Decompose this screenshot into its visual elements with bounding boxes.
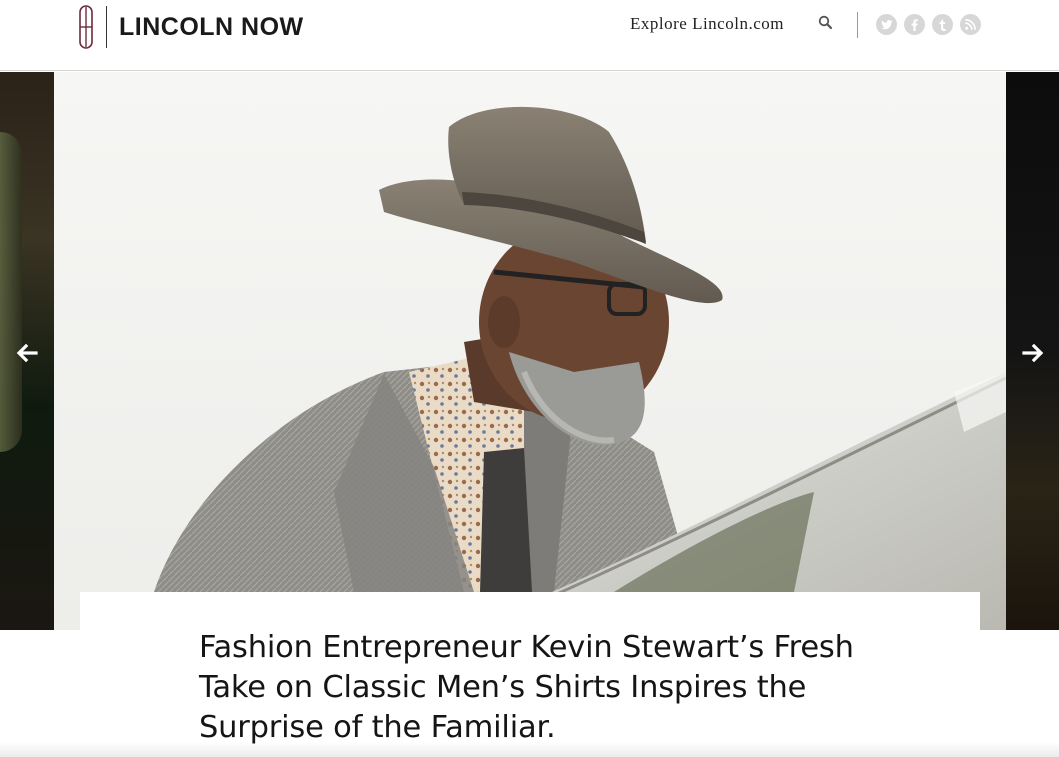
twitter-icon[interactable] xyxy=(876,14,897,35)
lincoln-star-emblem-icon xyxy=(79,5,93,49)
tumblr-icon[interactable] xyxy=(932,14,953,35)
search-icon[interactable] xyxy=(818,15,834,31)
hero-photo-illustration xyxy=(54,72,1006,630)
previous-slide-glow xyxy=(0,132,22,452)
brand-name: LINCOLN NOW xyxy=(119,12,304,41)
facebook-icon[interactable] xyxy=(904,14,925,35)
site-header: LINCOLN NOW Explore Lincoln.com xyxy=(0,0,1059,71)
arrow-right-icon[interactable] xyxy=(1020,340,1046,366)
explore-lincoln-link[interactable]: Explore Lincoln.com xyxy=(630,14,784,34)
nav-divider xyxy=(857,12,858,38)
logo-divider xyxy=(106,6,107,48)
article-headline-card: Fashion Entrepreneur Kevin Stewart’s Fre… xyxy=(80,592,980,757)
hero-carousel xyxy=(0,72,1059,630)
article-headline[interactable]: Fashion Entrepreneur Kevin Stewart’s Fre… xyxy=(199,628,879,748)
arrow-left-icon[interactable] xyxy=(14,340,40,366)
rss-icon[interactable] xyxy=(960,14,981,35)
brand-logo[interactable]: LINCOLN NOW xyxy=(78,5,304,49)
hero-image xyxy=(54,72,1006,630)
